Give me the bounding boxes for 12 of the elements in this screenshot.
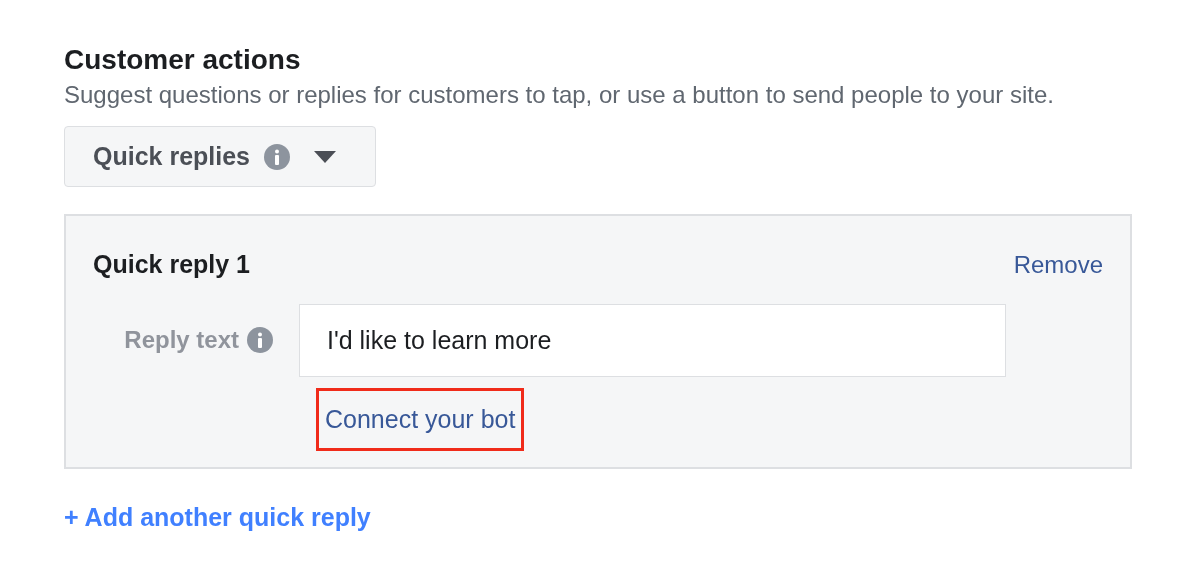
reply-text-field[interactable]: I'd like to learn more <box>299 303 1006 377</box>
field-label: Reply text <box>124 325 239 355</box>
info-icon <box>264 143 291 170</box>
remove-link[interactable]: Remove <box>1013 246 1103 283</box>
connect-bot-link[interactable]: Connect your bot <box>316 387 525 451</box>
section-description: Suggest questions or replies for customers to tap, or use a button to send people to your site. <box>64 80 1055 110</box>
add-quick-reply-link[interactable]: + Add another quick reply <box>64 499 1132 537</box>
quick-replies-dropdown[interactable]: Quick replies <box>64 126 376 187</box>
caret-icon <box>314 150 337 163</box>
section-title: Customer actions <box>64 43 302 77</box>
info-icon <box>247 327 273 353</box>
quick-reply-title: Quick reply 1 <box>93 249 251 280</box>
